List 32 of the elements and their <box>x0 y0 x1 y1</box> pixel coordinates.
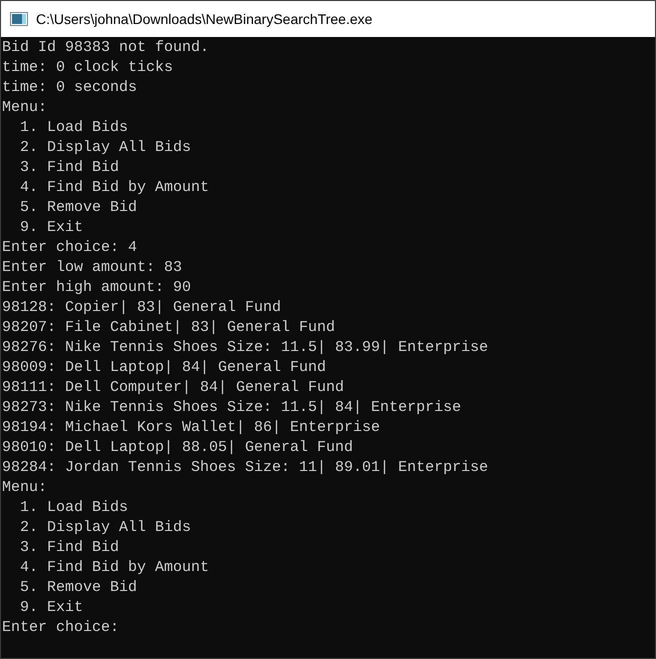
console-line: 98273: Nike Tennis Shoes Size: 11.5| 84| Enterprise <box>2 398 462 418</box>
console-line: time: 0 seconds <box>2 78 138 98</box>
console-line: 5. Remove Bid <box>19 578 138 598</box>
console-line: time: 0 clock ticks <box>2 58 174 78</box>
console-line: 3. Find Bid <box>19 538 120 558</box>
console-line: Enter choice: 4 <box>2 238 138 258</box>
console-line: 1. Load Bids <box>19 498 128 518</box>
console-line: 98009: Dell Laptop| 84| General Fund <box>2 358 326 378</box>
console-line: Enter low amount: 83 <box>2 258 182 278</box>
console-line: 98276: Nike Tennis Shoes Size: 11.5| 83.99| Enterprise <box>2 338 488 358</box>
console-app-icon <box>10 12 28 26</box>
console-line: 98207: File Cabinet| 83| General Fund <box>2 318 336 338</box>
window-title: C:\Users\johna\Downloads\NewBinarySearchTree.exe <box>36 10 372 29</box>
console-line: 9. Exit <box>19 598 84 618</box>
console-line: 3. Find Bid <box>19 158 120 178</box>
console-line: 98284: Jordan Tennis Shoes Size: 11| 89.01| Enterprise <box>2 458 488 478</box>
console-line: 98128: Copier| 83| General Fund <box>2 298 282 318</box>
console-line: 1. Load Bids <box>19 118 128 138</box>
console-line: 4. Find Bid by Amount <box>19 558 210 578</box>
console-line: 4. Find Bid by Amount <box>19 178 210 198</box>
console-line: 2. Display All Bids <box>19 518 192 538</box>
console-line: Enter choice: <box>2 618 120 638</box>
console-line: Menu: <box>2 98 48 118</box>
console-line: Menu: <box>2 478 48 498</box>
console-line: 98194: Michael Kors Wallet| 86| Enterprise <box>2 418 380 438</box>
console-line: Bid Id 98383 not found. <box>2 38 210 58</box>
console-line: 9. Exit <box>19 218 84 238</box>
console-line: 2. Display All Bids <box>19 138 192 158</box>
console-line: Enter high amount: 90 <box>2 278 192 298</box>
console-line: 5. Remove Bid <box>19 198 138 218</box>
console-line: 98010: Dell Laptop| 88.05| General Fund <box>2 438 354 458</box>
console-line: 98111: Dell Computer| 84| General Fund <box>2 378 344 398</box>
